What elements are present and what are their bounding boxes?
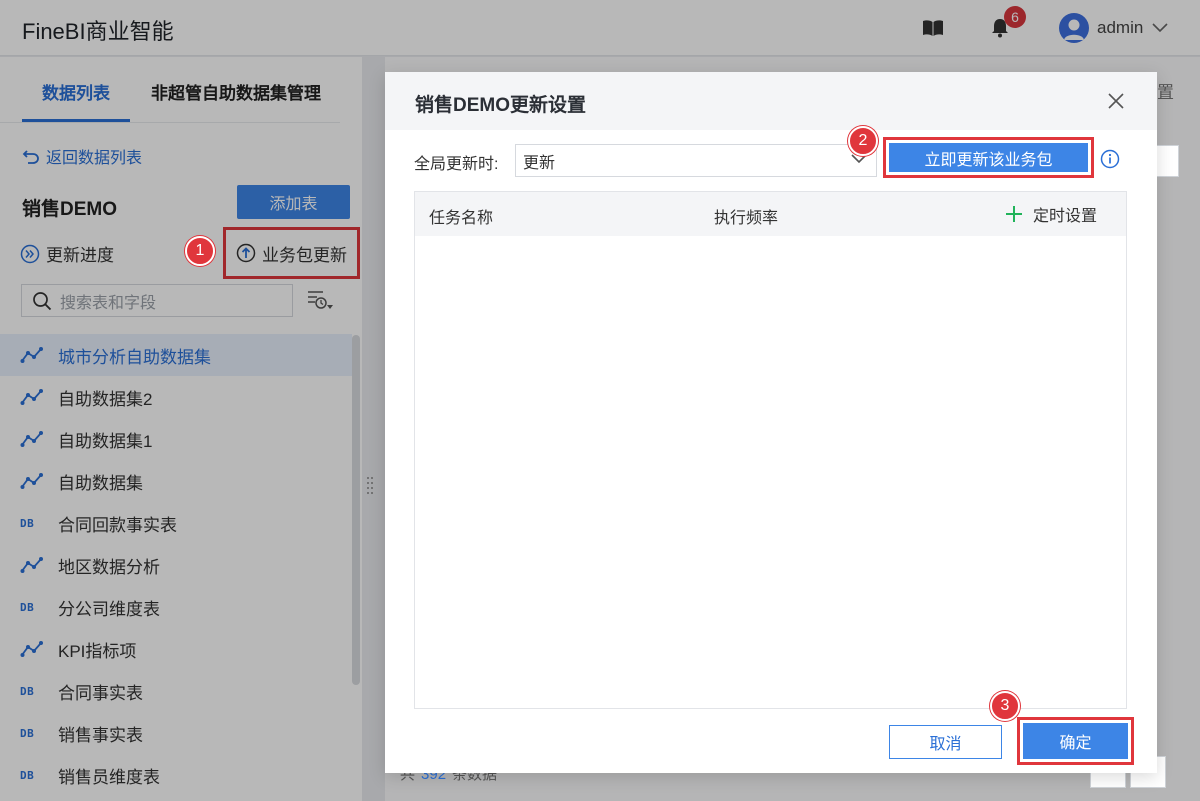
dialog-header: 销售DEMO更新设置 [385,72,1157,130]
global-update-label: 全局更新时: [414,156,499,173]
dialog-title: 销售DEMO更新设置 [415,95,587,116]
cancel-button[interactable]: 取消 [889,725,1002,759]
global-update-select[interactable]: 更新 [515,144,877,177]
update-now-button[interactable]: 立即更新该业务包 [889,143,1088,172]
update-settings-dialog: 销售DEMO更新设置 全局更新时: 更新 立即更新该业务包 任务名称 执行频率 … [385,72,1157,773]
close-icon[interactable] [1105,90,1127,112]
background-input [1157,145,1179,177]
step-marker-3: 3 [990,691,1020,721]
background-settings-text: 置 [1157,83,1174,102]
confirm-button[interactable]: 确定 [1023,723,1128,759]
schedule-settings-label: 定时设置 [1033,208,1098,225]
table-header: 任务名称 执行频率 定时设置 [415,192,1126,236]
global-update-value: 更新 [523,154,556,172]
column-task-name: 任务名称 [429,210,494,227]
confirm-highlight: 确定 [1017,717,1134,765]
schedule-task-table: 任务名称 执行频率 定时设置 [414,191,1127,709]
plus-icon [1006,206,1022,222]
step-marker-1: 1 [185,236,215,266]
column-frequency: 执行频率 [714,210,779,227]
update-now-highlight: 立即更新该业务包 [883,137,1094,178]
add-schedule-button[interactable]: 定时设置 [1005,202,1097,226]
info-icon[interactable] [1100,149,1120,174]
step-marker-2: 2 [848,126,878,156]
